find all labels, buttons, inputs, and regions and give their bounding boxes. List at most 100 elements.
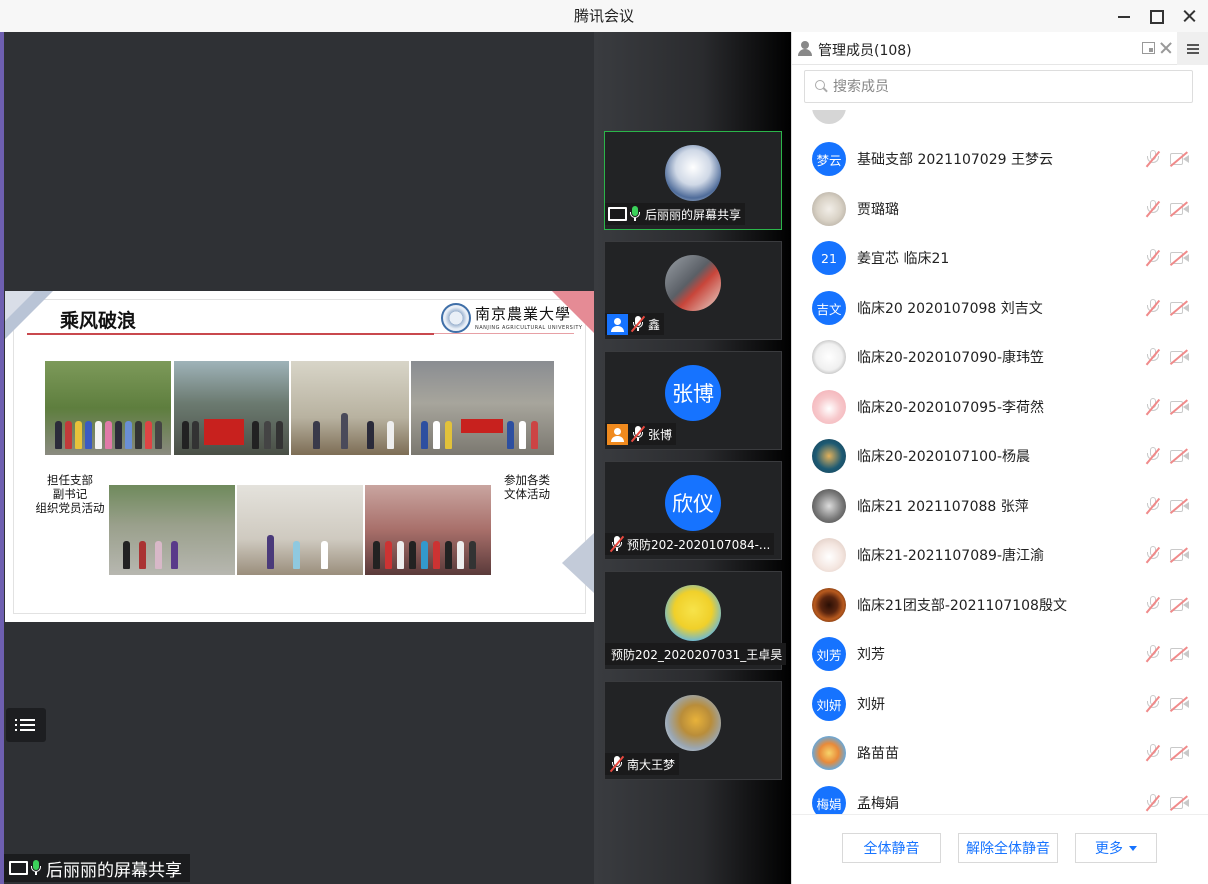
member-row[interactable]: 21 姜宜芯 临床21 bbox=[792, 233, 1208, 282]
more-options-button[interactable]: 更多 bbox=[1075, 833, 1157, 863]
camera-off-icon[interactable] bbox=[1170, 599, 1190, 611]
member-row[interactable]: 贾璐璐 bbox=[792, 184, 1208, 233]
close-window-button[interactable] bbox=[1175, 4, 1203, 28]
screen-share-icon bbox=[607, 206, 627, 222]
slide-caption-right: 参加各类 文体活动 bbox=[497, 473, 557, 501]
member-search-input[interactable] bbox=[833, 76, 1183, 98]
more-options-label: 更多 bbox=[1095, 841, 1123, 857]
microphone-muted-icon[interactable] bbox=[1146, 200, 1160, 218]
participant-tile[interactable]: 鑫 bbox=[604, 241, 782, 340]
microphone-muted-icon[interactable] bbox=[1146, 249, 1160, 267]
caret-down-icon bbox=[1129, 845, 1137, 851]
minimize-button[interactable] bbox=[1110, 4, 1138, 28]
slide-title-rule bbox=[27, 333, 434, 335]
member-name: 路苗苗 bbox=[857, 746, 899, 762]
camera-off-icon[interactable] bbox=[1170, 252, 1190, 264]
microphone-muted-icon[interactable] bbox=[1146, 645, 1160, 663]
unmute-all-button[interactable]: 解除全体静音 bbox=[958, 833, 1058, 863]
member-row[interactable]: 吉文 临床20 2020107098 刘吉文 bbox=[792, 283, 1208, 332]
slide-photo-sports-team bbox=[365, 485, 491, 575]
panel-menu-button[interactable] bbox=[1177, 32, 1208, 65]
camera-off-icon[interactable] bbox=[1170, 203, 1190, 215]
member-avatar: 刘妍 bbox=[812, 687, 846, 721]
search-icon bbox=[815, 80, 827, 92]
member-row[interactable]: 刘妍 刘妍 bbox=[792, 679, 1208, 728]
microphone-muted-icon[interactable] bbox=[1146, 348, 1160, 366]
camera-off-icon[interactable] bbox=[1170, 401, 1190, 413]
university-seal-icon bbox=[441, 303, 471, 333]
member-row[interactable]: 临床21 2021107088 张萍 bbox=[792, 481, 1208, 530]
participant-tile[interactable]: 张博 张博 bbox=[604, 351, 782, 450]
close-panel-icon[interactable] bbox=[1159, 41, 1173, 55]
microphone-muted-icon[interactable] bbox=[1146, 596, 1160, 614]
member-row[interactable]: 刘芳 刘芳 bbox=[792, 629, 1208, 678]
member-row[interactable]: 梅娟 孟梅娟 bbox=[792, 778, 1208, 814]
caption-line: 参加各类 bbox=[504, 473, 550, 487]
member-name: 姜宜芯 临床21 bbox=[857, 251, 950, 267]
window-title: 腾讯会议 bbox=[573, 7, 634, 25]
participant-tile[interactable]: 南大王梦 bbox=[604, 681, 782, 780]
camera-off-icon[interactable] bbox=[1170, 747, 1190, 759]
member-name: 临床21团支部-2021107108殷文 bbox=[857, 598, 1067, 614]
member-avatar: 梅娟 bbox=[812, 786, 846, 814]
member-name: 临床20-2020107090-康玮笠 bbox=[857, 350, 1044, 366]
member-row[interactable]: 临床21团支部-2021107108殷文 bbox=[792, 580, 1208, 629]
slide-photo-clinic bbox=[237, 485, 363, 575]
slide-next-arrow-decoration bbox=[562, 533, 594, 593]
mute-all-button[interactable]: 全体静音 bbox=[842, 833, 941, 863]
participant-name-bar: 预防202_2020207031_王卓昊 bbox=[605, 643, 787, 665]
camera-off-icon[interactable] bbox=[1170, 698, 1190, 710]
member-avatar bbox=[812, 340, 846, 374]
camera-off-icon[interactable] bbox=[1170, 450, 1190, 462]
microphone-muted-icon[interactable] bbox=[1146, 744, 1160, 762]
slide-photo-memorial bbox=[174, 361, 289, 455]
user-icon bbox=[607, 313, 628, 335]
popout-icon[interactable] bbox=[1142, 42, 1155, 54]
camera-off-icon[interactable] bbox=[1170, 549, 1190, 561]
microphone-muted-icon[interactable] bbox=[1146, 546, 1160, 564]
microphone-muted-icon[interactable] bbox=[1146, 794, 1160, 812]
member-avatar bbox=[812, 588, 846, 622]
microphone-muted-icon bbox=[611, 755, 623, 773]
camera-off-icon[interactable] bbox=[1170, 302, 1190, 314]
screen-share-area: 乘风破浪 南京農業大學 NANJING AGRICULTURAL UNIVERS… bbox=[0, 32, 594, 884]
participant-tile[interactable]: 后丽丽的屏幕共享 bbox=[604, 131, 782, 230]
camera-off-icon[interactable] bbox=[1170, 153, 1190, 165]
microphone-muted-icon[interactable] bbox=[1146, 447, 1160, 465]
app-window: 腾讯会议 乘风破浪 南京農業大學 NANJING AGRICULTURAL UN… bbox=[0, 0, 1208, 884]
slide-photo-indoor bbox=[291, 361, 409, 455]
member-row[interactable]: 临床20-2020107100-杨晨 bbox=[792, 431, 1208, 480]
participant-tile[interactable]: 预防202_2020207031_王卓昊 bbox=[604, 571, 787, 670]
university-name-cn: 南京農業大學 bbox=[475, 305, 572, 323]
participant-tile[interactable]: 欣仪 预防202-2020107084-... bbox=[604, 461, 782, 560]
participant-avatar bbox=[665, 695, 721, 751]
member-row[interactable]: 临床20-2020107095-李荷然 bbox=[792, 382, 1208, 431]
microphone-muted-icon[interactable] bbox=[1146, 398, 1160, 416]
microphone-muted-icon[interactable] bbox=[1146, 497, 1160, 515]
member-search-box[interactable] bbox=[804, 70, 1193, 103]
caption-line: 文体活动 bbox=[504, 487, 550, 501]
member-row[interactable]: 临床20-2020107090-康玮笠 bbox=[792, 332, 1208, 381]
camera-off-icon[interactable] bbox=[1170, 500, 1190, 512]
member-avatar: 刘芳 bbox=[812, 637, 846, 671]
member-panel-header: 管理成员(108) bbox=[792, 32, 1208, 65]
member-row[interactable]: 临床21-2021107089-唐江渝 bbox=[792, 530, 1208, 579]
microphone-muted-icon bbox=[632, 425, 644, 443]
participant-avatar bbox=[665, 145, 721, 201]
maximize-button[interactable] bbox=[1142, 4, 1170, 28]
shared-slide: 乘风破浪 南京農業大學 NANJING AGRICULTURAL UNIVERS… bbox=[5, 291, 594, 622]
camera-off-icon[interactable] bbox=[1170, 351, 1190, 363]
share-list-toggle-button[interactable] bbox=[6, 708, 46, 742]
participant-avatar bbox=[665, 585, 721, 641]
microphone-muted-icon[interactable] bbox=[1146, 299, 1160, 317]
member-row[interactable]: 梦云 基础支部 2021107029 王梦云 bbox=[792, 134, 1208, 183]
participant-name-bar: 张博 bbox=[605, 423, 677, 445]
member-avatar bbox=[812, 538, 846, 572]
microphone-muted-icon[interactable] bbox=[1146, 695, 1160, 713]
microphone-muted-icon[interactable] bbox=[1146, 150, 1160, 168]
member-row[interactable]: 路苗苗 bbox=[792, 728, 1208, 777]
camera-off-icon[interactable] bbox=[1170, 648, 1190, 660]
university-name-en: NANJING AGRICULTURAL UNIVERSITY bbox=[475, 325, 583, 331]
camera-off-icon[interactable] bbox=[1170, 797, 1190, 809]
member-avatar bbox=[812, 390, 846, 424]
